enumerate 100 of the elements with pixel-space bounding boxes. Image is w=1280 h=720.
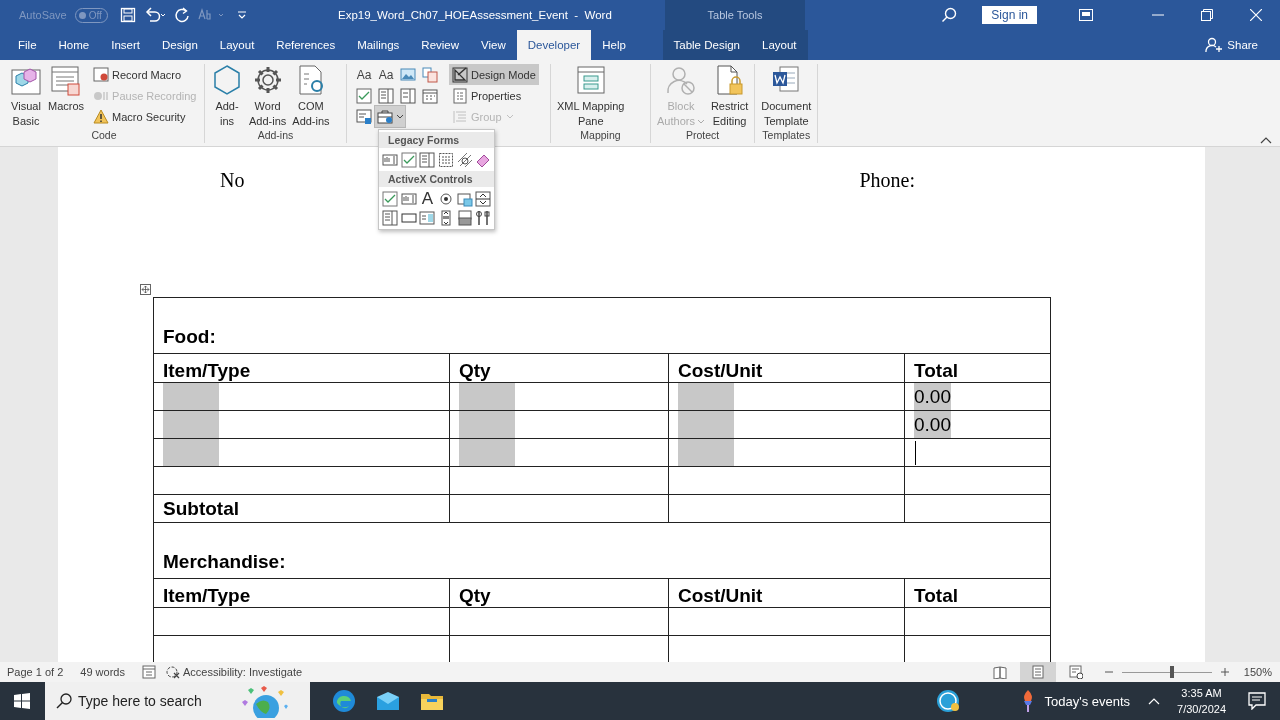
content-control[interactable]: 0.00 xyxy=(914,383,951,410)
ribbon-button[interactable]: COM Add-ins xyxy=(290,64,332,129)
ribbon-button[interactable]: Restrict Editing xyxy=(708,64,751,129)
ribbon-tab[interactable]: Help xyxy=(591,30,637,60)
person-add-icon xyxy=(1205,37,1224,53)
ribbon-button[interactable]: Macros xyxy=(46,64,87,129)
menu-control-button[interactable] xyxy=(436,150,456,169)
ribbon-tab[interactable]: References xyxy=(265,30,347,60)
ribbon-tab[interactable]: File xyxy=(7,30,48,60)
page-count[interactable]: Page 1 of 2 xyxy=(7,666,64,678)
chevron-up-icon[interactable] xyxy=(1148,697,1161,705)
accessibility-icon xyxy=(165,665,180,679)
toolbox-icon xyxy=(376,108,395,125)
ribbon-tab[interactable]: Mailings xyxy=(346,30,411,60)
list-box-icon xyxy=(419,209,436,226)
column-header: Cost/Unit xyxy=(668,578,905,608)
frame-icon xyxy=(438,151,455,168)
book-icon xyxy=(992,665,1007,679)
close-icon[interactable] xyxy=(1250,9,1262,21)
ribbon-button[interactable]: XML Mapping Pane xyxy=(555,64,627,129)
combo-box-icon xyxy=(419,151,436,168)
row-label: Subtotal xyxy=(153,494,450,523)
group-label: Code xyxy=(90,129,118,143)
building-block-icon xyxy=(422,66,438,83)
menu-control-button[interactable] xyxy=(455,150,474,169)
more-controls-icon xyxy=(475,209,492,226)
content-control-button[interactable] xyxy=(375,85,397,106)
ribbon-button[interactable]: Visual Basic xyxy=(8,64,44,129)
zoom-in-icon[interactable] xyxy=(1219,667,1230,677)
accessibility-status[interactable]: Accessibility: Investigate xyxy=(165,665,303,679)
redo-icon[interactable] xyxy=(173,7,190,23)
windows-start-icon[interactable] xyxy=(14,693,30,709)
toggle-button-icon xyxy=(456,209,473,226)
spin-button-icon xyxy=(475,190,492,207)
ribbon-tab[interactable]: Layout xyxy=(208,30,266,60)
ribbon-tab[interactable]: View xyxy=(470,30,517,60)
ribbon-button[interactable]: Word Add-ins xyxy=(247,64,289,129)
sign-in-button[interactable]: Sign in xyxy=(982,6,1037,24)
combo-box-icon xyxy=(378,87,394,104)
section-heading: Food: xyxy=(153,297,1051,354)
group-label: Protect xyxy=(684,129,721,143)
content-control-button[interactable]: Aa xyxy=(353,64,375,85)
ribbon-button[interactable]: Design Mode xyxy=(449,64,539,85)
edge-browser-icon[interactable] xyxy=(332,689,356,713)
field-label: No xyxy=(220,169,245,189)
ribbon-tab[interactable]: Review xyxy=(410,30,471,60)
ribbon-display-icon[interactable] xyxy=(1079,9,1093,21)
page-layout-icon xyxy=(1030,665,1045,679)
notification-icon[interactable] xyxy=(1248,692,1266,710)
group-label: Add-ins xyxy=(256,129,295,143)
ribbon-button[interactable]: Properties xyxy=(449,85,539,106)
menu-control-button[interactable] xyxy=(473,189,493,208)
checkbox-icon xyxy=(356,87,372,104)
ribbon-button[interactable]: Record Macro xyxy=(90,64,200,85)
undo-icon[interactable] xyxy=(143,7,166,23)
restore-icon[interactable] xyxy=(1201,9,1213,21)
ribbon-tab[interactable]: Design xyxy=(151,30,209,60)
ribbon-tab[interactable]: Developer xyxy=(516,30,592,60)
legacy-tools-button[interactable] xyxy=(375,106,405,127)
macro-recording-icon[interactable] xyxy=(141,665,156,679)
content-control-button[interactable] xyxy=(397,85,419,106)
content-control-button[interactable] xyxy=(353,85,375,106)
view-button[interactable] xyxy=(1019,662,1056,682)
ribbon-button[interactable]: Macro Security xyxy=(90,106,200,127)
ribbon-tab[interactable]: Home xyxy=(47,30,101,60)
option-button-icon xyxy=(438,190,455,207)
clock-date[interactable]: 7/30/2024 xyxy=(1177,701,1226,717)
content-control-button[interactable]: Aa xyxy=(375,64,397,85)
caret-icon xyxy=(505,113,514,120)
field-label: Phone: xyxy=(859,169,915,189)
menu-control-button[interactable]: A xyxy=(418,189,437,208)
search-icon[interactable] xyxy=(941,7,958,23)
menu-control-button[interactable] xyxy=(473,208,493,227)
column-header: Total xyxy=(904,578,1051,608)
menu-section-header: ActiveX Controls xyxy=(379,171,494,187)
table-move-handle-icon[interactable] xyxy=(140,284,151,295)
text-field-icon xyxy=(382,151,399,168)
content-control[interactable]: 0.00 xyxy=(914,411,951,438)
content-control-button[interactable] xyxy=(419,64,441,85)
word-count[interactable]: 49 words xyxy=(80,666,125,678)
news-widget[interactable]: Today's events xyxy=(1020,689,1131,713)
column-header: Item/Type xyxy=(153,578,450,608)
zoom-level[interactable]: 150% xyxy=(1243,666,1272,678)
column-header: Item/Type xyxy=(153,353,450,383)
ribbon-button[interactable]: Document Template xyxy=(759,64,814,129)
content-control-button[interactable] xyxy=(353,106,375,127)
mail-icon[interactable] xyxy=(376,691,400,711)
autosave-label: AutoSave xyxy=(19,9,67,21)
share-button[interactable]: Share xyxy=(1205,30,1258,60)
save-icon[interactable] xyxy=(119,7,136,23)
taskbar-search-field[interactable]: Type here to search xyxy=(76,692,230,710)
search-box[interactable]: Type here to search xyxy=(45,682,310,720)
person-blocked-icon xyxy=(664,64,697,96)
collapse-ribbon-icon[interactable] xyxy=(1260,136,1272,144)
ribbon-button[interactable]: Add- ins xyxy=(209,64,245,129)
ribbon-tab[interactable]: Insert xyxy=(100,30,151,60)
clock-time[interactable]: 3:35 AM xyxy=(1181,685,1222,701)
folder-icon[interactable] xyxy=(420,691,444,711)
customize-icon[interactable] xyxy=(235,9,248,21)
calendar-icon xyxy=(422,87,438,104)
